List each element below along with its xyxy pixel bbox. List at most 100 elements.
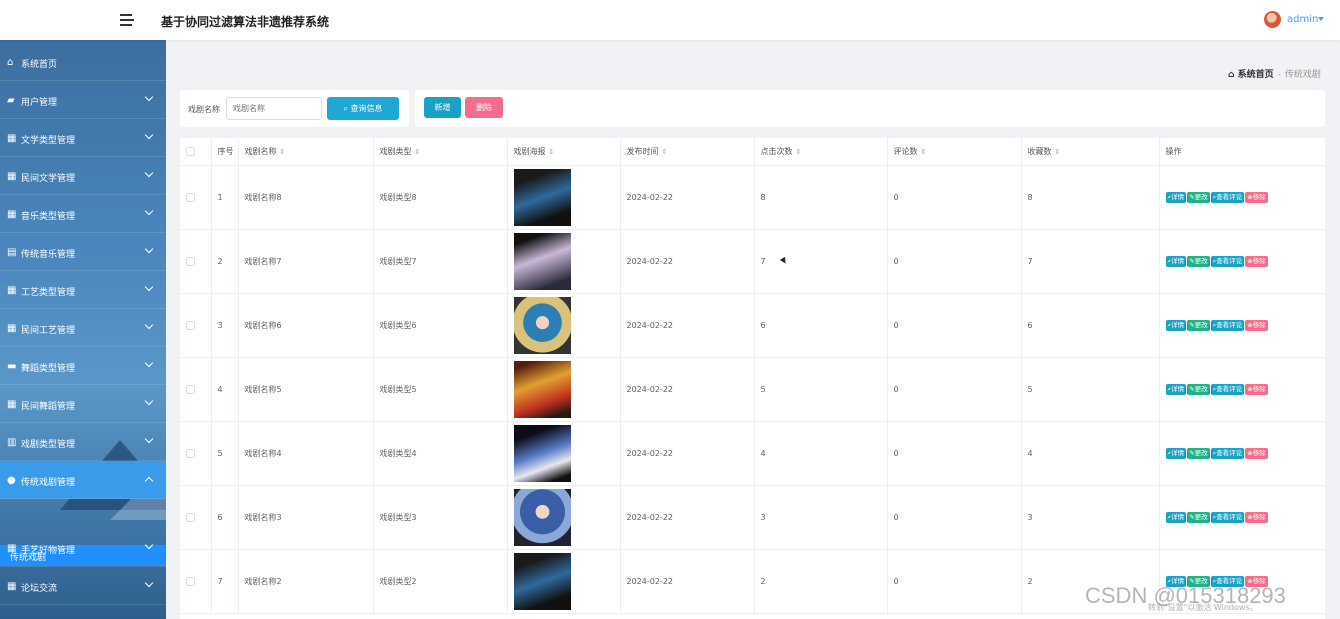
header-type[interactable]: 戏剧类型 ⇕ xyxy=(373,138,508,166)
view-comments-button[interactable]: ⌕查看评论 xyxy=(1210,511,1245,523)
sidebar-item-6[interactable]: ▦ 工艺类型管理 xyxy=(0,271,166,309)
cell-clicks: 4 xyxy=(754,421,888,486)
sidebar-item-11[interactable]: ● 传统戏剧管理 xyxy=(0,461,166,499)
cell-comments: 0 xyxy=(887,293,1022,358)
breadcrumb-home[interactable]: ⌂ 系统首页 xyxy=(1228,70,1274,80)
row-select-cell xyxy=(180,229,212,294)
cell-name: 戏剧名称6 xyxy=(238,293,374,358)
select-all-checkbox[interactable] xyxy=(186,146,195,156)
detail-button[interactable]: ⌕详情 xyxy=(1165,511,1187,523)
chevron-down-icon xyxy=(144,282,154,292)
view-comments-button[interactable]: ⌕查看评论 xyxy=(1210,447,1245,459)
row-checkbox[interactable] xyxy=(186,256,195,266)
sidebar-item-10[interactable]: ▥ 戏剧类型管理 xyxy=(0,423,166,461)
cell-comments: 0 xyxy=(887,421,1022,486)
chat-icon: ▬ xyxy=(7,361,17,372)
drama-poster-image xyxy=(513,232,571,290)
cell-poster xyxy=(507,165,621,230)
sidebar-item-3[interactable]: ▦ 民间文学管理 xyxy=(0,157,166,195)
remove-button[interactable]: ⊗移除 xyxy=(1245,383,1268,395)
detail-button[interactable]: ⌕详情 xyxy=(1165,255,1187,267)
row-checkbox[interactable] xyxy=(186,448,195,458)
table-row[interactable]: 3 戏剧名称6 戏剧类型6 2024-02-22 6 0 6 ⌕详情 ✎更改 ⌕查看评论 ⊗移除 xyxy=(180,293,1325,358)
sidebar-item-label: 工艺类型管理 xyxy=(21,288,76,298)
grid-icon: ▦ xyxy=(7,133,17,144)
remove-button[interactable]: ⊗移除 xyxy=(1245,191,1268,203)
row-checkbox[interactable] xyxy=(186,576,195,586)
delete-button[interactable]: 删除 xyxy=(465,97,503,118)
table-row[interactable]: 4 戏剧名称5 戏剧类型5 2024-02-22 5 0 5 ⌕详情 ✎更改 ⌕查看评论 ⊗移除 xyxy=(180,357,1325,422)
row-checkbox[interactable] xyxy=(186,320,195,330)
table-row[interactable]: 1 戏剧名称8 戏剧类型8 2024-02-22 8 0 8 ⌕详情 ✎更改 ⌕查看评论 ⊗移除 xyxy=(180,165,1325,230)
cell-favs: 8 xyxy=(1021,165,1160,230)
edit-button[interactable]: ✎更改 xyxy=(1187,319,1210,331)
chevron-up-icon xyxy=(144,476,154,486)
row-checkbox[interactable] xyxy=(186,192,195,202)
view-comments-button[interactable]: ⌕查看评论 xyxy=(1210,191,1245,203)
cell-favs: 4 xyxy=(1021,421,1160,486)
sidebar-item-5[interactable]: ▤ 传统音乐管理 xyxy=(0,233,166,271)
row-checkbox[interactable] xyxy=(186,512,195,522)
add-button[interactable]: 新增 xyxy=(424,97,461,118)
header-name[interactable]: 戏剧名称 ⇕ xyxy=(238,138,374,166)
menu-toggle-icon[interactable] xyxy=(118,11,136,29)
cell-type: 戏剧类型8 xyxy=(373,165,508,230)
remove-button[interactable]: ⊗移除 xyxy=(1245,511,1268,523)
cell-comments: 0 xyxy=(887,357,1022,422)
breadcrumb-separator: - xyxy=(1277,70,1281,80)
sidebar-item-label: 民间文学管理 xyxy=(21,174,76,184)
detail-button[interactable]: ⌕详情 xyxy=(1165,319,1187,331)
user-menu-label[interactable]: admin xyxy=(1287,14,1318,25)
sidebar-item-9[interactable]: ▦ 民间舞蹈管理 xyxy=(0,385,166,423)
edit-button[interactable]: ✎更改 xyxy=(1187,191,1210,203)
remove-button[interactable]: ⊗移除 xyxy=(1245,447,1268,459)
sidebar-item-1[interactable]: ▰ 用户管理 xyxy=(0,81,166,119)
header-date[interactable]: 发布时间 ⇕ xyxy=(620,138,755,166)
detail-button[interactable]: ⌕详情 xyxy=(1165,447,1187,459)
cell-clicks: 2 xyxy=(754,549,888,614)
table-row[interactable]: 2 戏剧名称7 戏剧类型7 2024-02-22 7 0 7 ⌕详情 ✎更改 ⌕查看评论 ⊗移除 xyxy=(180,229,1325,294)
sidebar-item-4[interactable]: ▦ 音乐类型管理 xyxy=(0,195,166,233)
view-comments-button[interactable]: ⌕查看评论 xyxy=(1210,319,1245,331)
cell-type: 戏剧类型7 xyxy=(373,229,508,294)
cell-clicks: 8 xyxy=(754,165,888,230)
detail-button[interactable]: ⌕详情 xyxy=(1165,383,1187,395)
chart-icon: ▥ xyxy=(7,437,17,448)
sidebar-item-12[interactable]: ▦ 手艺好物管理 xyxy=(0,529,166,567)
cell-operations: ⌕详情 ✎更改 ⌕查看评论 ⊗移除 xyxy=(1159,293,1325,358)
app-title: 基于协同过滤算法非遗推荐系统 xyxy=(161,15,330,29)
remove-button[interactable]: ⊗移除 xyxy=(1245,319,1268,331)
header-comments[interactable]: 评论数 ⇕ xyxy=(887,138,1022,166)
row-checkbox[interactable] xyxy=(186,384,195,394)
remove-button[interactable]: ⊗移除 xyxy=(1245,255,1268,267)
table-row[interactable]: 5 戏剧名称4 戏剧类型4 2024-02-22 4 0 4 ⌕详情 ✎更改 ⌕查看评论 ⊗移除 xyxy=(180,421,1325,486)
header-favs[interactable]: 收藏数 ⇕ xyxy=(1021,138,1160,166)
cell-date: 2024-02-22 xyxy=(620,421,755,486)
top-bar: 基于协同过滤算法非遗推荐系统 admin xyxy=(0,0,1340,40)
sidebar-item-7[interactable]: ▦ 民间工艺管理 xyxy=(0,309,166,347)
grid-icon: ▦ xyxy=(7,399,17,410)
header-poster[interactable]: 戏剧海报 ⇕ xyxy=(507,138,621,166)
avatar[interactable] xyxy=(1264,11,1281,28)
table-row[interactable]: 6 戏剧名称3 戏剧类型3 2024-02-22 3 0 3 ⌕详情 ✎更改 ⌕查看评论 ⊗移除 xyxy=(180,485,1325,550)
cell-name: 戏剧名称7 xyxy=(238,229,374,294)
search-button[interactable]: ⌕ 查询信息 xyxy=(327,97,399,120)
sidebar-item-8[interactable]: ▬ 舞蹈类型管理 xyxy=(0,347,166,385)
caret-down-icon[interactable] xyxy=(1318,17,1324,21)
edit-button[interactable]: ✎更改 xyxy=(1187,447,1210,459)
cell-favs: 6 xyxy=(1021,293,1160,358)
sidebar-item-13[interactable]: ▦ 论坛交流 xyxy=(0,567,166,605)
edit-button[interactable]: ✎更改 xyxy=(1187,511,1210,523)
sidebar-item-2[interactable]: ▦ 文学类型管理 xyxy=(0,119,166,157)
header-clicks[interactable]: 点击次数 ⇕ xyxy=(754,138,888,166)
search-input[interactable] xyxy=(226,97,322,120)
edit-button[interactable]: ✎更改 xyxy=(1187,255,1210,267)
detail-button[interactable]: ⌕详情 xyxy=(1165,191,1187,203)
grid-icon: ▦ xyxy=(7,581,17,592)
chevron-down-icon xyxy=(144,320,154,330)
view-comments-button[interactable]: ⌕查看评论 xyxy=(1210,383,1245,395)
view-comments-button[interactable]: ⌕查看评论 xyxy=(1210,255,1245,267)
cell-date: 2024-02-22 xyxy=(620,485,755,550)
sidebar-item-0[interactable]: ⌂ 系统首页 xyxy=(0,43,166,81)
edit-button[interactable]: ✎更改 xyxy=(1187,383,1210,395)
